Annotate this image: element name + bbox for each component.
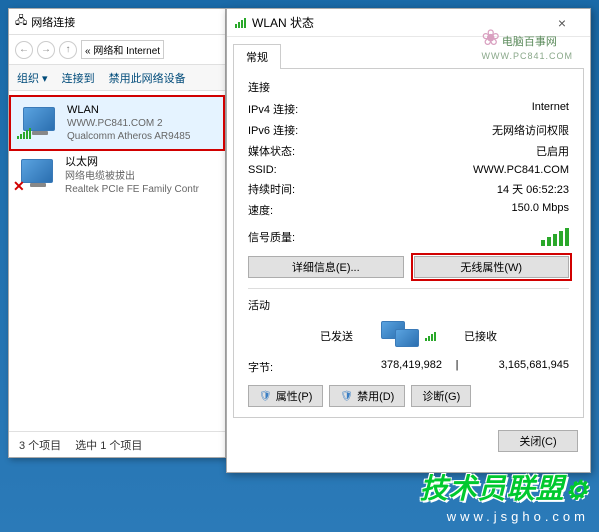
adapter-name: 以太网 (65, 155, 217, 169)
activity-icon (381, 321, 436, 351)
tab-general[interactable]: 常规 (233, 44, 281, 69)
network-icon: 🖧 (15, 12, 27, 31)
watermark: ❀电脑百事网 WWW.PC841.COM (481, 25, 573, 61)
disconnected-icon: ✕ (13, 178, 25, 195)
shield-icon: 🛡 (259, 391, 272, 402)
breadcrumb[interactable]: « 网络和 Internet (81, 40, 164, 59)
back-arrow-icon[interactable]: ← (15, 41, 33, 59)
bytes-recv-value: 3,165,681,945 (472, 359, 569, 375)
adapter-device: Qualcomm Atheros AR9485 (67, 130, 215, 143)
ipv4-label: IPv4 连接: (248, 101, 298, 117)
details-button[interactable]: 详细信息(E)... (248, 256, 404, 278)
duration-value: 14 天 06:52:23 (497, 181, 569, 197)
ipv6-value: 无网络访问权限 (492, 122, 569, 138)
signal-quality-icon (541, 228, 569, 246)
selected-count: 选中 1 个项目 (75, 437, 142, 453)
connection-section-label: 连接 (248, 79, 569, 95)
forward-arrow-icon: → (37, 41, 55, 59)
recv-label: 已接收 (464, 328, 497, 344)
ipv6-label: IPv6 连接: (248, 122, 298, 138)
dialog-title: WLAN 状态 (252, 14, 314, 31)
ssid-value: WWW.PC841.COM (473, 164, 569, 176)
wlan-status-window: WLAN 状态 × 常规 连接 IPv4 连接:Internet IPv6 连接… (226, 8, 591, 473)
ipv4-value: Internet (532, 101, 569, 117)
ethernet-adapter-icon: ✕ (17, 155, 57, 187)
gear-icon: ⚙ (565, 475, 589, 505)
bytes-sent-value: 378,419,982 (345, 359, 442, 375)
adapter-device: Realtek PCIe FE Family Contr (65, 183, 217, 196)
disable-device-button[interactable]: 禁用此网络设备 (109, 70, 186, 86)
adapter-status: 网络电缆被拔出 (65, 170, 217, 183)
tab-content: 连接 IPv4 连接: Internet IPv6 连接: 无网络访问权限 媒体状态… (233, 68, 584, 418)
media-value: 已启用 (536, 143, 569, 159)
adapter-name: WLAN (67, 103, 215, 117)
bytes-separator: | (442, 359, 472, 375)
bytes-label: 字节: (248, 359, 345, 375)
adapter-list: WLAN WWW.PC841.COM 2 Qualcomm Atheros AR… (9, 91, 225, 208)
wireless-properties-button[interactable]: 无线属性(W) (414, 256, 570, 278)
site-logo: 技术员联盟⚙ www.jsgho.com (420, 467, 589, 524)
address-bar[interactable]: ← → ↑ « 网络和 Internet (9, 35, 225, 65)
media-label: 媒体状态: (248, 143, 295, 159)
signal-bars-icon (17, 128, 31, 139)
wifi-icon (235, 18, 246, 28)
organize-menu[interactable]: 组织 ▾ (17, 70, 48, 86)
sent-label: 已发送 (320, 328, 353, 344)
connect-to-button[interactable]: 连接到 (62, 70, 95, 86)
disable-button[interactable]: 🛡禁用(D) (329, 385, 405, 407)
adapter-wlan[interactable]: WLAN WWW.PC841.COM 2 Qualcomm Atheros AR… (9, 95, 225, 151)
activity-section-label: 活动 (248, 297, 569, 313)
diagnose-button[interactable]: 诊断(G) (411, 385, 471, 407)
close-button[interactable]: 关闭(C) (498, 430, 578, 452)
divider (248, 288, 569, 289)
status-bar: 3 个项目 选中 1 个项目 (9, 431, 225, 457)
speed-value: 150.0 Mbps (512, 202, 569, 218)
network-connections-window: 🖧 网络连接 ← → ↑ « 网络和 Internet 组织 ▾ 连接到 禁用此… (8, 8, 226, 458)
wlan-adapter-icon (19, 103, 59, 135)
properties-button[interactable]: 🛡属性(P) (248, 385, 323, 407)
toolbar: 组织 ▾ 连接到 禁用此网络设备 (9, 65, 225, 91)
back-titlebar: 🖧 网络连接 (9, 9, 225, 35)
adapter-ethernet[interactable]: ✕ 以太网 网络电缆被拔出 Realtek PCIe FE Family Con… (9, 149, 225, 201)
item-count: 3 个项目 (19, 437, 61, 453)
ssid-label: SSID: (248, 164, 277, 176)
shield-icon: 🛡 (340, 391, 353, 402)
up-arrow-icon[interactable]: ↑ (59, 41, 77, 59)
back-title: 网络连接 (31, 14, 75, 30)
duration-label: 持续时间: (248, 181, 295, 197)
speed-label: 速度: (248, 202, 273, 218)
adapter-ssid: WWW.PC841.COM 2 (67, 117, 215, 130)
signal-quality-label: 信号质量: (248, 229, 295, 245)
flower-icon: ❀ (481, 25, 499, 50)
